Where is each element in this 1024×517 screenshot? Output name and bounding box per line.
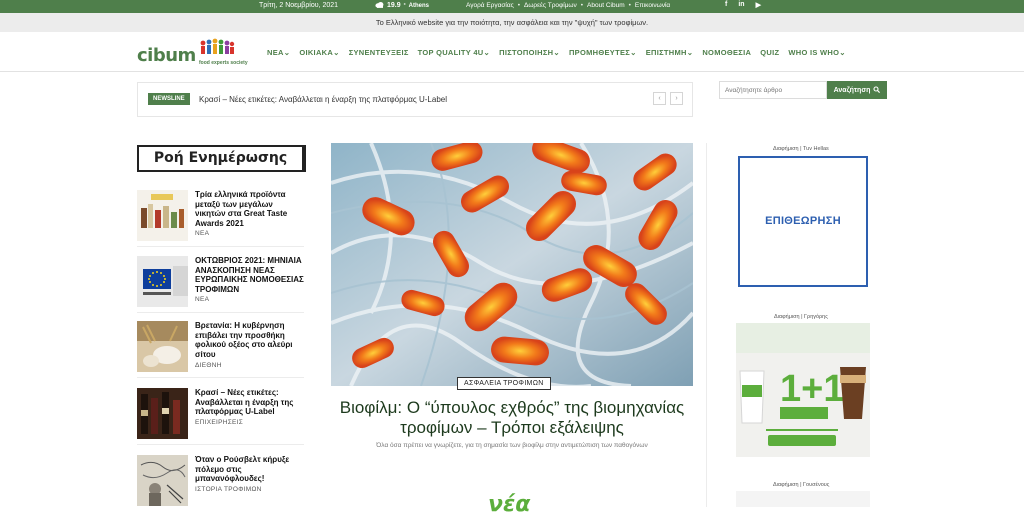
newsline-headline[interactable]: Κρασί – Νέες ετικέτες: Αναβάλλεται η ένα… [199,95,447,104]
feed-item-title[interactable]: ΟΚΤΩΒΡΙΟΣ 2021: ΜΗΝΙΑΙΑ ΑΝΑΣΚΟΠΗΣΗ ΝΕΑΣ … [195,256,305,294]
top-bar: Τρίτη, 2 Νοεμβρίου, 2021 19.9 ° Athens Α… [0,0,1024,13]
feed-item[interactable]: Βρετανία: Η κυβέρνηση επιβάλει την προσθ… [137,321,304,381]
link-contact[interactable]: Επικοινωνία [635,2,670,9]
link-about[interactable]: About Cibum [587,2,625,9]
nav-item-science[interactable]: ΕΠΙΣΤΗΜΗ⌄ [646,48,694,57]
search-button[interactable]: Αναζήτηση [827,81,887,99]
weather-city: Athens [408,2,429,9]
separator-dot: • [580,2,584,9]
feed-item[interactable]: ΟΚΤΩΒΡΙΟΣ 2021: ΜΗΝΙΑΙΑ ΑΝΑΣΚΟΠΗΣΗ ΝΕΑΣ … [137,256,304,316]
degree-sign: ° [403,2,406,9]
temperature: 19.9 [387,2,401,9]
hero-category-tag[interactable]: ΑΣΦΑΛΕΙΑ ΤΡΟΦΙΜΩΝ [457,377,551,390]
feed-item-category[interactable]: ΙΣΤΟΡΙΑ ΤΡΟΦΙΜΩΝ [195,486,262,493]
hero-title[interactable]: Βιοφίλμ: Ο “ύπουλος εχθρός” της βιομηχαν… [331,398,693,438]
ad-label: Διαφήμιση | Γουσένους [773,482,830,488]
feed-divider [137,312,304,313]
nav-item-who-is-who[interactable]: WHO IS WHO⌄ [788,48,846,57]
nav-item-legislation[interactable]: ΝΟΜΟΘΕΣΙΑ [702,48,751,57]
feed-divider [137,377,304,378]
search-button-label: Αναζήτηση [833,86,871,94]
nav-item-oikiaka[interactable]: ΟΙΚΙΑΚΑ⌄ [299,48,339,57]
feed-thumbnail-roosevelt [137,455,188,506]
feed-item[interactable]: Τρία ελληνικά προϊόντα μεταξύ των μεγάλω… [137,190,304,250]
feed-divider [137,246,304,247]
feed-thumbnail-products [137,190,188,241]
hero-subtitle: Όλα όσα πρέπει να γνωρίζετε, για τη σημα… [376,442,648,449]
separator-dot: • [517,2,521,9]
site-header: cibum food experts society ΝΕΑ⌄ ΟΙΚΙΑΚΑ⌄… [0,32,1024,72]
feed-item[interactable]: Κρασί – Νέες ετικέτες: Αναβάλλεται η ένα… [137,388,304,448]
nav-item-suppliers[interactable]: ΠΡΟΜΗΘΕΥΤΕΣ⌄ [569,48,637,57]
feed-item-title[interactable]: Βρετανία: Η κυβέρνηση επιβάλει την προσθ… [195,321,305,359]
ad-label: Διαφήμιση | Tuv Hellas [773,146,829,152]
ad-banner-text: ΕΠΙΘΕΩΡΗΣΗ [765,215,841,227]
feed-item-title[interactable]: Τρία ελληνικά προϊόντα μεταξύ των μεγάλω… [195,190,305,228]
feed-thumbnail-flour [137,321,188,372]
nav-item-interviews[interactable]: ΣΥΝΕΝΤΕΥΞΕΙΣ [349,48,409,57]
feed-item-category[interactable]: ΝΕΑ [195,296,209,303]
link-jobs[interactable]: Αγορά Εργασίας [466,2,514,9]
search-form: Αναζήτηση [719,81,887,99]
feed-divider [137,444,304,445]
ad-label: Διαφήμιση | Γρηγόρης [774,314,828,320]
newsline-next-button[interactable]: › [670,92,683,105]
nav-item-nea[interactable]: ΝΕΑ⌄ [267,48,290,57]
site-logo[interactable]: cibum food experts society [137,37,248,69]
ad-banner-next[interactable] [736,491,870,507]
feed-item-title[interactable]: Κρασί – Νέες ετικέτες: Αναβάλλεται η ένα… [195,388,305,417]
nav-item-top-quality[interactable]: TOP QUALITY 4U⌄ [418,48,490,57]
nav-item-quiz[interactable]: QUIZ [760,48,779,57]
nav-item-certification[interactable]: ΠΙΣΤΟΠΟΙΗΣΗ⌄ [499,48,560,57]
feed-thumbnail-wine [137,388,188,439]
top-links: Αγορά Εργασίας • Δωρεές Τροφίμων • About… [466,2,670,9]
feed-item-category[interactable]: ΕΠΙΧΕΙΡΗΣΕΙΣ [195,419,243,426]
newsline-badge: NEWSLINE [148,93,190,105]
column-divider [706,143,707,507]
current-date: Τρίτη, 2 Νοεμβρίου, 2021 [259,2,339,9]
newsline-prev-button[interactable]: ‹ [653,92,666,105]
nea-logo[interactable]: νέα [488,492,530,517]
site-tagline: Το Ελληνικό website για την ποιότητα, τη… [0,13,1024,32]
logo-subtitle: food experts society [199,60,248,66]
facebook-icon[interactable]: f [725,1,727,9]
youtube-icon[interactable]: ▶ [756,1,761,9]
search-icon [873,85,881,95]
cloud-icon [375,1,384,10]
logo-wordmark: cibum [137,45,196,66]
ad-banner-grigoris[interactable]: 1+1 [736,323,870,457]
search-input[interactable] [719,81,827,99]
separator-dot: • [628,2,631,9]
feed-item-title[interactable]: Όταν ο Ρούσβελτ κήρυξε πόλεμο στις μπανα… [195,455,305,484]
feed-item-category[interactable]: ΔΙΕΘΝΗ [195,362,222,369]
feed-thumbnail-eu-flag [137,256,188,307]
svg-text:1+1: 1+1 [780,368,844,410]
hero-image-biofilm[interactable] [331,143,693,386]
feed-title: Ροή Ενημέρωσης [137,145,304,172]
feed-item[interactable]: Όταν ο Ρούσβελτ κήρυξε πόλεμο στις μπανα… [137,455,304,515]
main-nav: ΝΕΑ⌄ ΟΙΚΙΑΚΑ⌄ ΣΥΝΕΝΤΕΥΞΕΙΣ TOP QUALITY 4… [267,48,855,57]
link-donations[interactable]: Δωρεές Τροφίμων [524,2,577,9]
feed-title-bar [304,145,306,172]
newsline-ticker: NEWSLINE Κρασί – Νέες ετικέτες: Αναβάλλε… [137,82,693,117]
feed-item-category[interactable]: ΝΕΑ [195,230,209,237]
linkedin-icon[interactable]: in [738,1,744,9]
weather-widget: 19.9 ° Athens [375,1,429,10]
ad-banner-tuv[interactable]: ΕΠΙΘΕΩΡΗΣΗ [738,156,868,287]
social-links: f in ▶ [725,1,761,9]
